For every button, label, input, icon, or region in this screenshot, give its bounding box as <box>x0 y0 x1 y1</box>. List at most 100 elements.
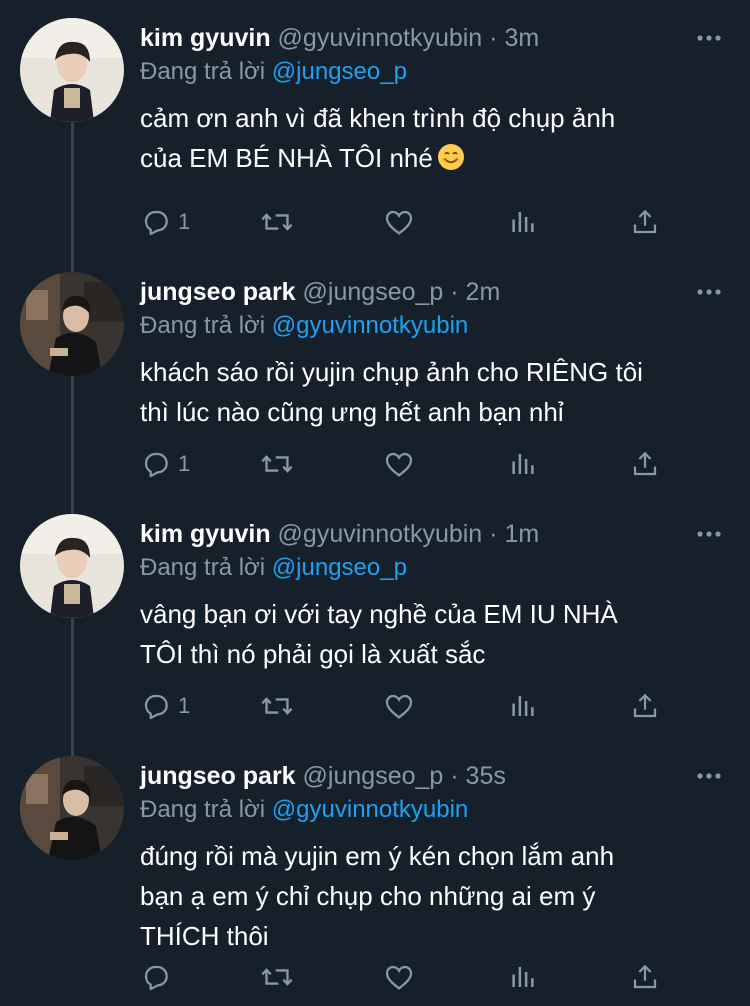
retweet-icon <box>261 697 293 715</box>
reply-icon <box>144 210 168 236</box>
reply-context: Đang trả lời @jungseo_p <box>140 56 407 88</box>
timestamp[interactable]: 3m <box>504 24 539 52</box>
like-button[interactable] <box>383 689 415 723</box>
display-name[interactable]: kim gyuvin <box>140 24 271 52</box>
retweet-icon <box>261 968 293 986</box>
avatar-image <box>20 514 124 618</box>
share-button[interactable] <box>630 689 660 723</box>
share-icon <box>633 209 657 234</box>
tweet-text-content: cảm ơn anh vì đã khen trình độ chụp ảnh … <box>140 103 616 173</box>
analytics-button[interactable] <box>508 960 538 994</box>
reply-icon <box>144 452 168 478</box>
reply-mention-link[interactable]: @gyuvinnotkyubin <box>272 796 468 823</box>
reply-prefix: Đang trả lời <box>140 312 266 339</box>
tweet-actions: 1 <box>140 205 670 239</box>
reply-mention-link[interactable]: @jungseo_p <box>272 58 407 85</box>
analytics-button[interactable] <box>508 447 538 481</box>
reply-button[interactable]: 1 <box>140 205 190 239</box>
avatar-image <box>20 18 124 122</box>
tweet-text: khách sáo rồi yujin chụp ảnh cho RIÊNG t… <box>140 352 710 432</box>
reply-prefix: Đang trả lời <box>140 554 266 581</box>
separator-dot: · <box>489 24 498 52</box>
retweet-button[interactable] <box>260 205 294 239</box>
display-name[interactable]: kim gyuvin <box>140 520 271 548</box>
reply-count: 1 <box>178 451 191 476</box>
avatar-image <box>20 272 124 376</box>
reply-icon <box>144 694 168 720</box>
tweet-text: vâng bạn ơi với tay nghề của EM IU NHÀ T… <box>140 594 710 674</box>
reply-prefix: Đang trả lời <box>140 58 266 85</box>
share-icon <box>633 451 657 476</box>
tweet-header: kim gyuvin @gyuvinnotkyubin · 1m <box>140 518 670 550</box>
like-button[interactable] <box>383 960 415 994</box>
tweet-actions <box>140 960 670 994</box>
tweet-text-content: đúng rồi mà yujin em ý kén chọn lắm anh … <box>140 841 615 951</box>
retweet-icon <box>261 455 293 473</box>
avatar[interactable] <box>20 514 124 618</box>
heart-icon <box>385 452 413 477</box>
smiling-face-icon <box>437 142 465 182</box>
tweet[interactable]: jungseo park @jungseo_p · 2m Đang trả lờ… <box>0 254 750 499</box>
analytics-icon <box>512 212 534 232</box>
analytics-button[interactable] <box>508 689 538 723</box>
tweet[interactable]: jungseo park @jungseo_p · 35s Đang trả l… <box>0 738 750 1006</box>
analytics-icon <box>512 454 534 474</box>
tweet-header: jungseo park @jungseo_p · 2m <box>140 276 670 308</box>
tweet-text: đúng rồi mà yujin em ý kén chọn lắm anh … <box>140 836 710 956</box>
tweet-header: kim gyuvin @gyuvinnotkyubin · 3m <box>140 22 670 54</box>
analytics-icon <box>512 696 534 716</box>
reply-prefix: Đang trả lời <box>140 796 266 823</box>
share-button[interactable] <box>630 205 660 239</box>
share-icon <box>633 964 657 989</box>
share-icon <box>633 693 657 718</box>
retweet-icon <box>261 213 293 231</box>
more-options-icon[interactable] <box>696 282 722 302</box>
more-options-icon[interactable] <box>696 524 722 544</box>
display-name[interactable]: jungseo park <box>140 278 296 306</box>
avatar[interactable] <box>20 18 124 122</box>
reply-button[interactable]: 1 <box>140 447 190 481</box>
reply-count: 1 <box>178 209 191 234</box>
reply-button[interactable]: 1 <box>140 689 190 723</box>
reply-mention-link[interactable]: @jungseo_p <box>272 554 407 581</box>
display-name[interactable]: jungseo park <box>140 762 296 790</box>
reply-icon <box>144 965 168 991</box>
tweet-actions: 1 <box>140 689 670 723</box>
retweet-button[interactable] <box>260 689 294 723</box>
timestamp[interactable]: 2m <box>466 278 501 306</box>
share-button[interactable] <box>630 960 660 994</box>
like-button[interactable] <box>383 205 415 239</box>
tweet-actions: 1 <box>140 447 670 481</box>
tweet[interactable]: kim gyuvin @gyuvinnotkyubin · 1m Đang tr… <box>0 496 750 741</box>
separator-dot: · <box>489 520 498 548</box>
user-handle[interactable]: @jungseo_p <box>303 762 444 790</box>
like-button[interactable] <box>383 447 415 481</box>
heart-icon <box>385 694 413 719</box>
analytics-icon <box>512 967 534 987</box>
more-options-icon[interactable] <box>696 28 722 48</box>
retweet-button[interactable] <box>260 447 294 481</box>
reply-count: 1 <box>178 693 191 718</box>
retweet-button[interactable] <box>260 960 294 994</box>
share-button[interactable] <box>630 447 660 481</box>
user-handle[interactable]: @jungseo_p <box>303 278 444 306</box>
timestamp[interactable]: 1m <box>504 520 539 548</box>
avatar[interactable] <box>20 756 124 860</box>
user-handle[interactable]: @gyuvinnotkyubin <box>278 520 483 548</box>
reply-button[interactable] <box>140 960 178 994</box>
separator-dot: · <box>450 278 459 306</box>
more-options-icon[interactable] <box>696 766 722 786</box>
heart-icon <box>385 965 413 990</box>
timestamp[interactable]: 35s <box>466 762 506 790</box>
tweet-text: cảm ơn anh vì đã khen trình độ chụp ảnh … <box>140 98 710 182</box>
tweet-text-content: khách sáo rồi yujin chụp ảnh cho RIÊNG t… <box>140 357 643 427</box>
reply-context: Đang trả lời @gyuvinnotkyubin <box>140 310 468 342</box>
reply-mention-link[interactable]: @gyuvinnotkyubin <box>272 312 468 339</box>
tweet[interactable]: kim gyuvin @gyuvinnotkyubin · 3m Đang tr… <box>0 0 750 260</box>
analytics-button[interactable] <box>508 205 538 239</box>
tweet-text-content: vâng bạn ơi với tay nghề của EM IU NHÀ T… <box>140 599 618 669</box>
reply-context: Đang trả lời @jungseo_p <box>140 552 407 584</box>
user-handle[interactable]: @gyuvinnotkyubin <box>278 24 483 52</box>
avatar[interactable] <box>20 272 124 376</box>
tweet-header: jungseo park @jungseo_p · 35s <box>140 760 670 792</box>
